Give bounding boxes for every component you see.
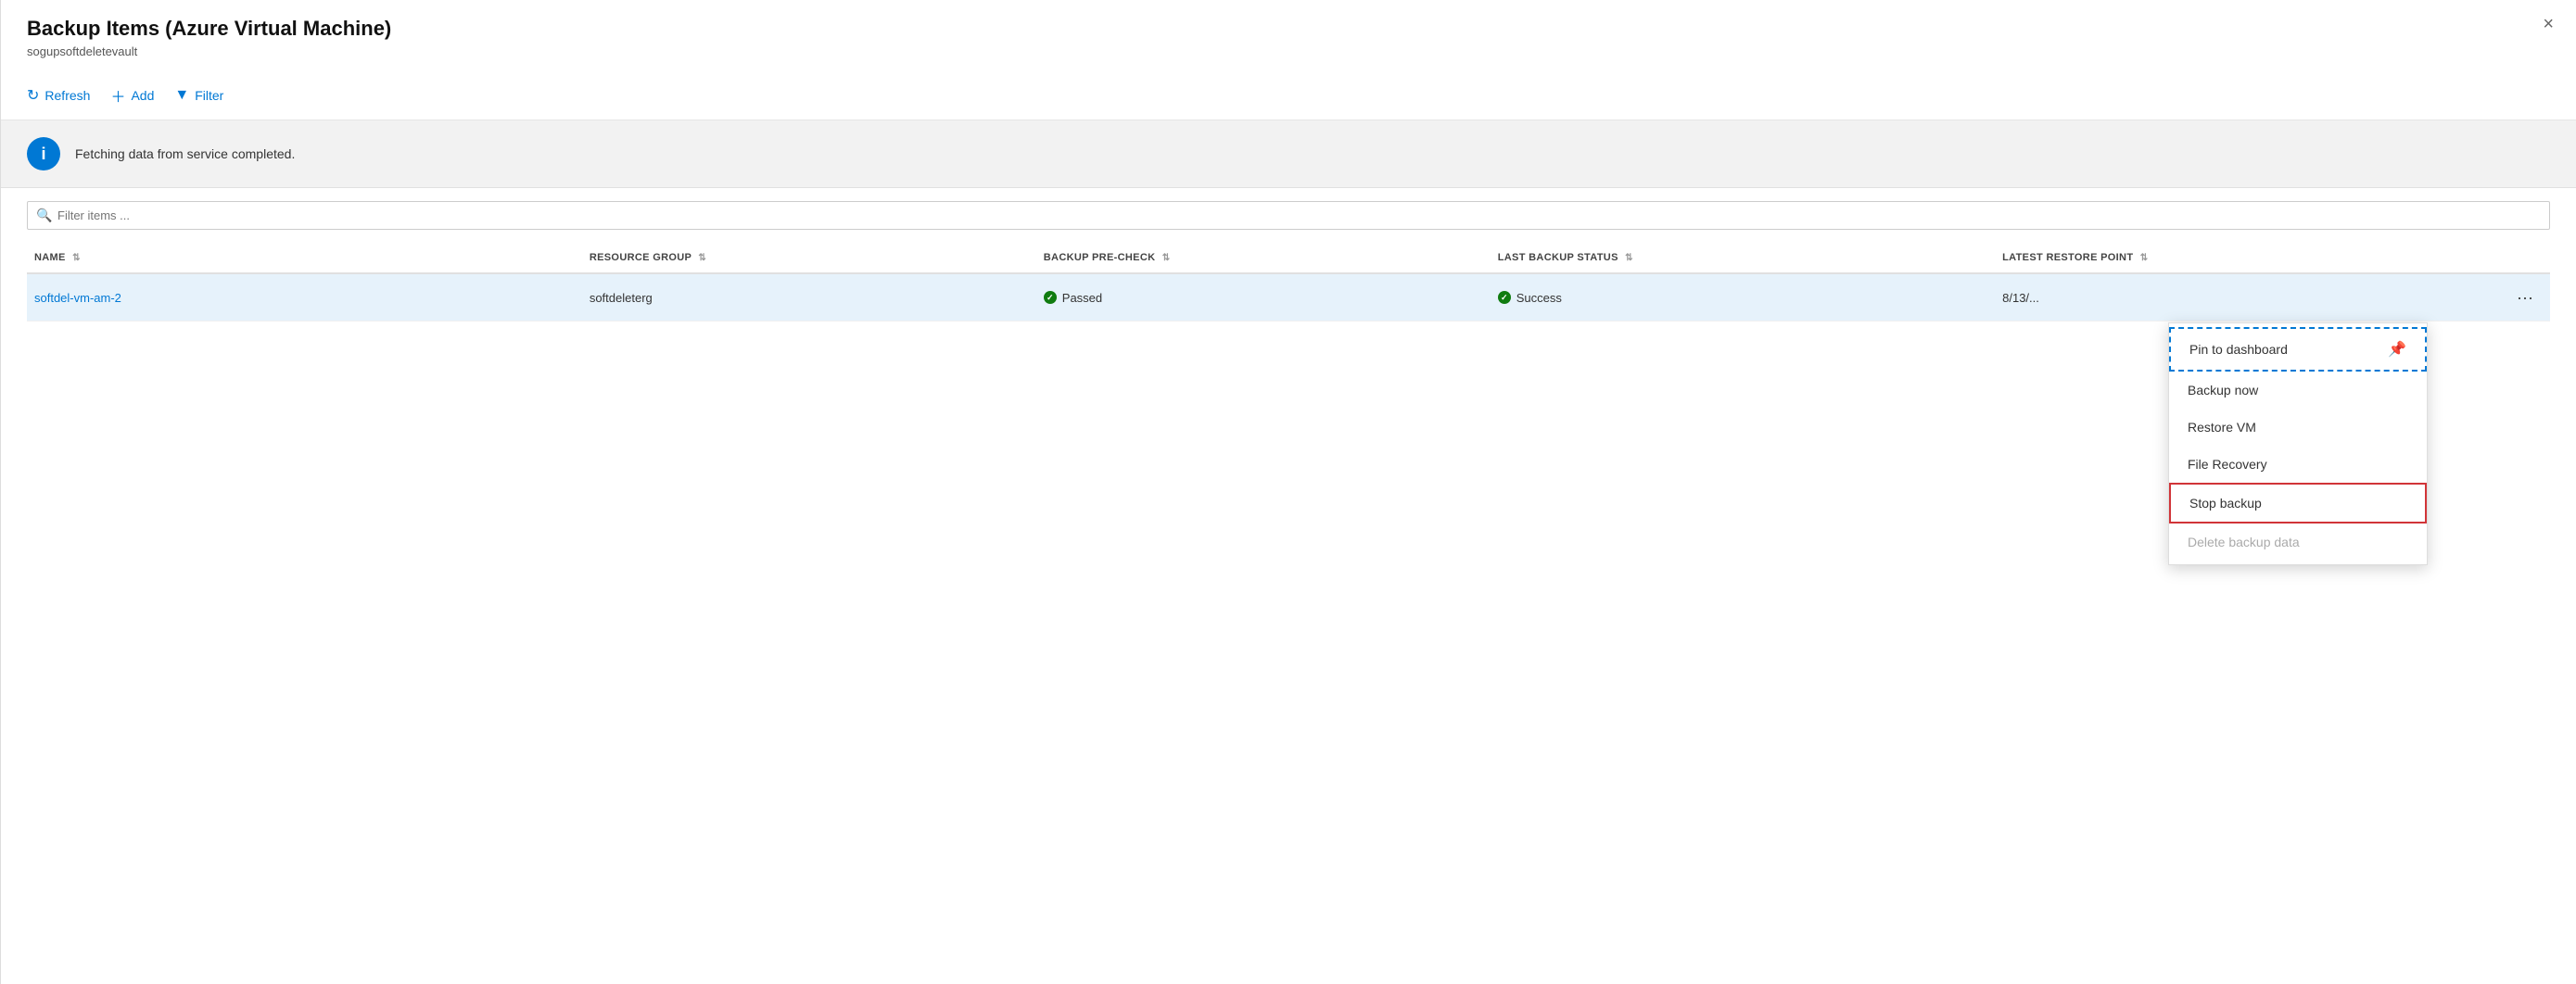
filter-label: Filter: [195, 88, 223, 103]
filter-icon: ▼: [174, 87, 189, 104]
refresh-label: Refresh: [44, 88, 90, 103]
search-input[interactable]: [27, 201, 2550, 230]
backup-now-label: Backup now: [2188, 383, 2258, 397]
context-menu-restore-vm[interactable]: Restore VM: [2169, 409, 2427, 446]
page-title: Backup Items (Azure Virtual Machine): [27, 17, 2550, 41]
col-header-status[interactable]: LAST BACKUP STATUS ⇅: [1491, 243, 1995, 273]
refresh-button[interactable]: ↻ Refresh: [27, 82, 103, 108]
info-icon: i: [27, 137, 60, 170]
cell-name[interactable]: softdel-vm-am-2: [27, 273, 582, 322]
notification-message: Fetching data from service completed.: [75, 146, 295, 161]
table-header-row: NAME ⇅ RESOURCE GROUP ⇅ BACKUP PRE-CHECK…: [27, 243, 2550, 273]
add-icon: ＋: [110, 84, 125, 107]
restore-vm-label: Restore VM: [2188, 420, 2256, 435]
toolbar: ↻ Refresh ＋ Add ▼ Filter: [1, 71, 2576, 120]
cell-status: Success: [1491, 273, 1995, 322]
col-header-name[interactable]: NAME ⇅: [27, 243, 582, 273]
context-menu-backup-now[interactable]: Backup now: [2169, 372, 2427, 409]
status-label: Success: [1516, 291, 1562, 305]
filter-button[interactable]: ▼ Filter: [174, 83, 236, 107]
delete-backup-label: Delete backup data: [2188, 535, 2300, 549]
panel-header: Backup Items (Azure Virtual Machine) sog…: [1, 0, 2576, 58]
cell-restore: 8/13/...: [1995, 273, 2449, 322]
backup-status: Success: [1498, 291, 1984, 305]
table-container: NAME ⇅ RESOURCE GROUP ⇅ BACKUP PRE-CHECK…: [1, 243, 2576, 322]
sort-icon-status: ⇅: [1625, 253, 1633, 263]
pin-to-dashboard-label: Pin to dashboard: [2189, 342, 2288, 357]
col-header-restore[interactable]: LATEST RESTORE POINT ⇅: [1995, 243, 2449, 273]
search-row: 🔍: [1, 188, 2576, 243]
col-header-actions: [2449, 243, 2550, 273]
pin-icon: 📌: [2388, 340, 2406, 359]
search-icon: 🔍: [36, 208, 52, 223]
add-label: Add: [131, 88, 154, 103]
context-menu-pin[interactable]: Pin to dashboard 📌: [2169, 327, 2427, 372]
context-menu-delete-backup: Delete backup data: [2169, 524, 2427, 561]
file-recovery-label: File Recovery: [2188, 457, 2267, 472]
sort-icon-restore: ⇅: [2140, 253, 2149, 263]
table-row[interactable]: softdel-vm-am-2 softdeleterg Passed Succ…: [27, 273, 2550, 322]
add-button[interactable]: ＋ Add: [110, 81, 167, 110]
context-menu-file-recovery[interactable]: File Recovery: [2169, 446, 2427, 483]
cell-actions: ···: [2449, 273, 2550, 322]
context-menu: Pin to dashboard 📌 Backup now Restore VM…: [2168, 322, 2428, 565]
sort-icon-rg: ⇅: [698, 253, 706, 263]
precheck-dot: [1044, 291, 1057, 304]
notification-bar: i Fetching data from service completed.: [1, 120, 2576, 188]
row-ellipsis-button[interactable]: ···: [2511, 287, 2539, 308]
context-menu-stop-backup[interactable]: Stop backup: [2169, 483, 2427, 524]
col-header-rg[interactable]: RESOURCE GROUP ⇅: [582, 243, 1036, 273]
precheck-status: Passed: [1044, 291, 1479, 305]
cell-precheck: Passed: [1036, 273, 1491, 322]
cell-rg: softdeleterg: [582, 273, 1036, 322]
col-header-precheck[interactable]: BACKUP PRE-CHECK ⇅: [1036, 243, 1491, 273]
search-wrapper: 🔍: [27, 201, 2550, 230]
stop-backup-label: Stop backup: [2189, 496, 2262, 511]
close-button[interactable]: ×: [2543, 15, 2554, 33]
refresh-icon: ↻: [27, 86, 39, 105]
backup-items-table: NAME ⇅ RESOURCE GROUP ⇅ BACKUP PRE-CHECK…: [27, 243, 2550, 322]
sort-icon-name: ⇅: [72, 253, 81, 263]
status-dot: [1498, 291, 1511, 304]
vault-subtitle: sogupsoftdeletevault: [27, 44, 2550, 58]
precheck-label: Passed: [1062, 291, 1102, 305]
sort-icon-precheck: ⇅: [1162, 253, 1171, 263]
backup-items-panel: × Backup Items (Azure Virtual Machine) s…: [0, 0, 2576, 984]
